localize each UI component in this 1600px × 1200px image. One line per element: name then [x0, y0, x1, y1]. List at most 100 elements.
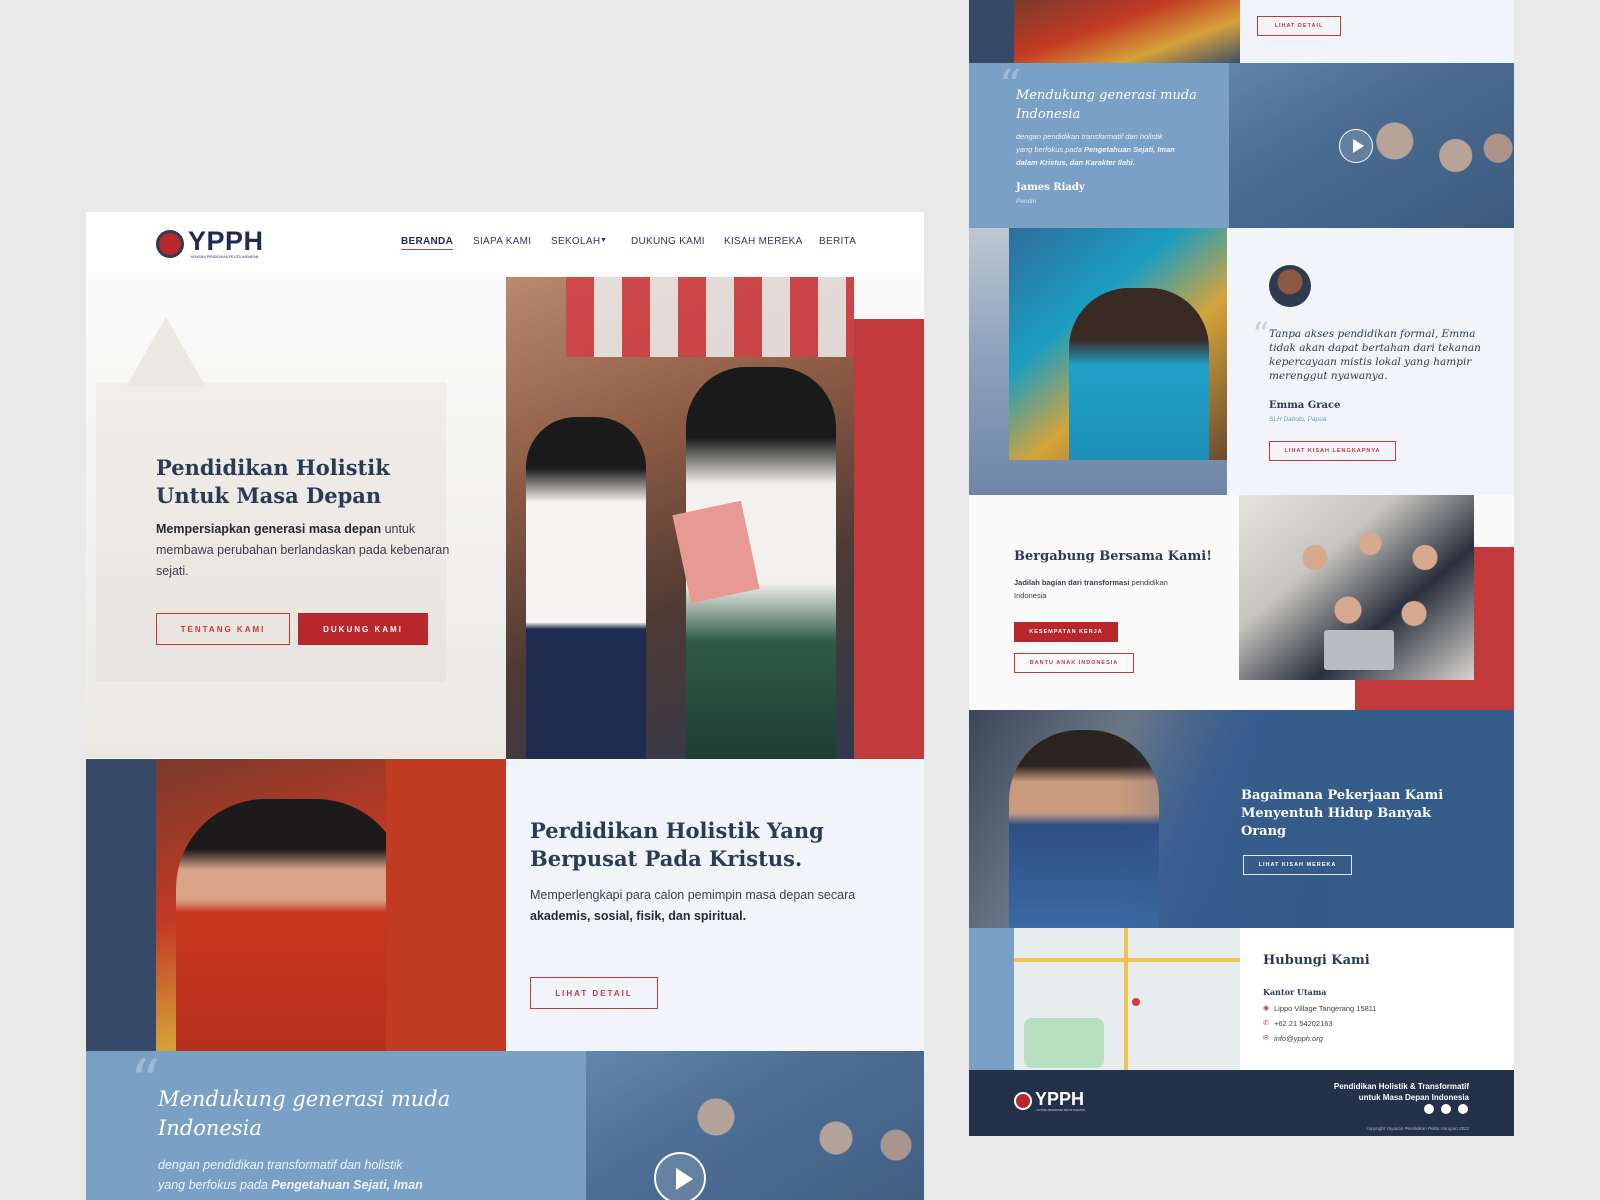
location-icon: ◉: [1263, 1005, 1270, 1012]
play-button[interactable]: [654, 1152, 706, 1200]
bunting-decoration: [566, 277, 854, 357]
map[interactable]: [1014, 928, 1240, 1070]
nav-dukung-kami[interactable]: DUKUNG KAMI: [631, 236, 705, 247]
nav-kisah-mereka[interactable]: KISAH MEREKA: [724, 236, 803, 247]
graduation-photo: [156, 759, 506, 1051]
nav-sekolah[interactable]: SEKOLAH: [551, 236, 600, 247]
join-description-bold: Jadilah bagian dari transformasi: [1014, 578, 1130, 587]
footer-logo-emblem-icon: [1014, 1092, 1032, 1110]
story-quote-line2: tidak akan dapat bertahan dari tekanan: [1269, 342, 1481, 354]
right-quote-desc-line3: dalam Kristus, dan Karakter Ilahi.: [1016, 156, 1175, 169]
chevron-down-icon: ▼: [600, 237, 607, 244]
office-label: Kantor Utama: [1263, 987, 1327, 997]
right-quote-desc-line2: yang berfokus pada Pengetahuan Sejati, I…: [1016, 143, 1175, 156]
nav-beranda[interactable]: BERANDA: [401, 236, 454, 250]
join-description-rest: pendidikan: [1129, 578, 1168, 587]
logo-subtitle: YAYASAN PENDIDIKAN PELITA HARAPAN: [190, 255, 259, 259]
story-photo: [1009, 228, 1227, 460]
join-title: Bergabung Bersama Kami!: [1014, 549, 1212, 564]
top-graduation-photo: [1014, 0, 1240, 63]
right-quote-title-line2: Indonesia: [1016, 107, 1081, 122]
map-road-v: [1124, 928, 1128, 1070]
right-quote-desc-line2-bold: Pengetahuan Sejati, Iman: [1083, 145, 1175, 154]
full-story-button[interactable]: LIHAT KISAH LENGKAPNYA: [1269, 441, 1396, 461]
join-description-line2: Indonesia: [1014, 591, 1047, 600]
contact-blue-bar: [969, 928, 1014, 1070]
their-stories-button[interactable]: LIHAT KISAH MEREKA: [1243, 855, 1352, 875]
right-quote-title: Mendukung generasi muda Indonesia: [1016, 86, 1197, 124]
impact-title-line1: Bagaimana Pekerjaan Kami: [1241, 788, 1444, 803]
address-text: Lippo Village Tangerang 15811: [1274, 1004, 1377, 1013]
right-quote-role: Pendiri: [1016, 198, 1037, 205]
section2-description-text: Memperlengkapi para calon pemimpin masa …: [530, 888, 856, 902]
quote-description-line2: yang berfokus pada Pengetahuan Sejati, I…: [158, 1175, 423, 1195]
right-play-button[interactable]: [1339, 129, 1373, 163]
right-quote-desc-line2-text: yang berfokus pada: [1016, 145, 1084, 154]
top-detail-button[interactable]: LIHAT DETAIL: [1257, 16, 1341, 36]
story-quote-line3: kepercayaan mistis lokal yang hampir: [1269, 356, 1472, 368]
phone-icon: ✆: [1263, 1020, 1269, 1027]
hero-title-line2: Untuk Masa Depan: [156, 483, 382, 508]
quote-description-line2-text: yang berfokus pada: [158, 1178, 272, 1192]
footer-tagline-line1: Pendidikan Holistik & Transformatif: [1333, 1082, 1469, 1091]
right-quote-description: dengan pendidikan transformatif dan holi…: [1016, 130, 1175, 169]
right-quote-desc-line1: dengan pendidikan transformatif dan holi…: [1016, 132, 1163, 141]
impact-title: Bagaimana Pekerjaan Kami Menyentuh Hidup…: [1241, 787, 1443, 841]
hero-description-bold: Mempersiapkan generasi masa depan: [156, 522, 382, 536]
section2-title-line2: Berpusat Pada Kristus.: [530, 846, 803, 871]
join-description-line1: Jadilah bagian dari transformasi pendidi…: [1014, 576, 1168, 589]
mail-icon: ✉: [1263, 1035, 1269, 1042]
team-photo: [1239, 495, 1474, 680]
career-button[interactable]: KESEMPATAN KERJA: [1014, 622, 1118, 642]
story-quote-mark-icon: “: [1252, 315, 1270, 355]
top-navy-bar: [969, 0, 1014, 63]
section2-description-bold: akademis, sosial, fisik, dan spiritual.: [530, 909, 747, 923]
logo[interactable]: YPPH YAYASAN PENDIDIKAN PELITA HARAPAN: [156, 226, 276, 262]
story-author: Emma Grace: [1269, 400, 1341, 411]
logo-text: YPPH: [188, 226, 264, 256]
support-button[interactable]: DUKUNG KAMI: [298, 613, 428, 645]
detail-button[interactable]: LIHAT DETAIL: [530, 977, 658, 1009]
email-link[interactable]: info@ypph.org: [1274, 1034, 1323, 1043]
hero-description: Mempersiapkan generasi masa depan untuk …: [156, 519, 456, 582]
footer-logo[interactable]: YPPH YAYASAN PENDIDIKAN PELITA HARAPAN: [1014, 1089, 1104, 1116]
quote-title-line1: Mendukung generasi muda: [158, 1087, 451, 1111]
footer-tagline-line2: untuk Masa Depan Indonesia: [1358, 1093, 1469, 1102]
hero-photo: [506, 277, 854, 759]
hero-title: Pendidikan Holistik Untuk Masa Depan: [156, 454, 390, 510]
youtube-icon[interactable]: [1441, 1104, 1451, 1114]
quote-description-line1: dengan pendidikan transformatif dan holi…: [158, 1158, 403, 1172]
quote-mark-icon: “: [130, 1047, 161, 1117]
story-quote: Tanpa akses pendidikan formal, Emma tida…: [1269, 327, 1481, 383]
right-quote-desc-line3-bold: dalam Kristus, dan Karakter Ilahi.: [1016, 158, 1135, 167]
nav-siapa-kami[interactable]: SIAPA KAMI: [473, 236, 531, 247]
instagram-icon[interactable]: [1458, 1104, 1468, 1114]
nav-berita[interactable]: BERITA: [819, 236, 856, 247]
linkedin-icon[interactable]: [1424, 1104, 1434, 1114]
left-page: YPPH YAYASAN PENDIDIKAN PELITA HARAPAN B…: [86, 212, 924, 1200]
section2-navy-bar: [86, 759, 156, 1051]
graduate-figure: [176, 799, 406, 1051]
footer-logo-subtitle: YAYASAN PENDIDIKAN PELITA HARAPAN: [1036, 1109, 1085, 1112]
about-button[interactable]: TENTANG KAMI: [156, 613, 290, 645]
right-play-icon: [1353, 139, 1364, 153]
quote-title-line2: Indonesia: [158, 1116, 262, 1140]
help-children-button[interactable]: BANTU ANAK INDONESIA: [1014, 653, 1134, 673]
hero-roof-shape: [126, 317, 206, 387]
right-people-figures: [1249, 83, 1514, 228]
impact-title-line3: Orang: [1241, 824, 1287, 839]
play-icon: [676, 1168, 693, 1190]
hero-accent-block: [852, 319, 924, 759]
quote-title: Mendukung generasi muda Indonesia: [158, 1085, 450, 1143]
student-boy-figure: [526, 417, 646, 759]
impact-title-line2: Menyentuh Hidup Banyak: [1241, 806, 1432, 821]
map-park: [1024, 1018, 1104, 1068]
join-description: Jadilah bagian dari transformasi pendidi…: [1014, 576, 1168, 602]
phone-text: +62 21 54202163: [1274, 1019, 1333, 1028]
map-pin-icon: [1132, 998, 1140, 1006]
gown-sleeve: [386, 759, 506, 1051]
quote-description-bold: Pengetahuan Sejati, Iman: [271, 1178, 423, 1192]
story-quote-line4: merenggut nyawanya.: [1269, 370, 1388, 382]
copyright: copyright Yayasan Pendidikan Pelita Hara…: [1366, 1126, 1469, 1131]
footer-tagline: Pendidikan Holistik & Transformatif untu…: [1334, 1081, 1469, 1103]
